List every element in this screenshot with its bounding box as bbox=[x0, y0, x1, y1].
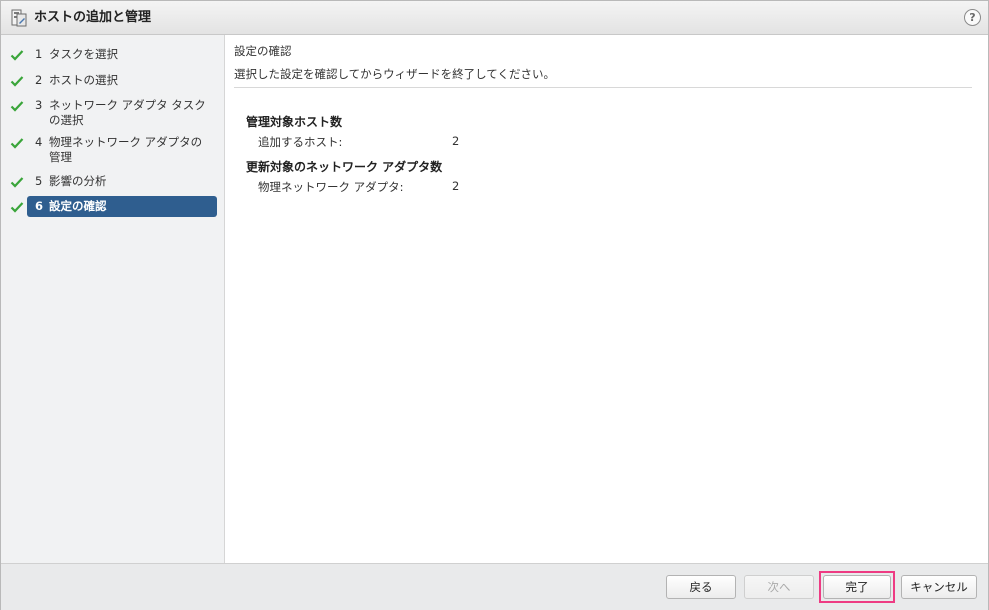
summary-group-title: 更新対象のネットワーク アダプタ数 bbox=[246, 160, 443, 174]
wizard-content: 設定の確認 選択した設定を確認してからウィザードを終了してください。 管理対象ホ… bbox=[225, 35, 988, 563]
page-description: 選択した設定を確認してからウィザードを終了してください。 bbox=[234, 67, 555, 81]
wizard-footer: 戻る 次へ 完了 キャンセル bbox=[1, 563, 988, 610]
finish-button[interactable]: 完了 bbox=[823, 575, 891, 599]
summary-row-value: 2 bbox=[452, 134, 460, 148]
page-title: 設定の確認 bbox=[234, 44, 292, 58]
check-icon bbox=[10, 47, 24, 61]
check-icon bbox=[10, 135, 24, 149]
back-button[interactable]: 戻る bbox=[666, 575, 736, 599]
help-icon[interactable]: ? bbox=[964, 9, 981, 26]
next-button[interactable]: 次へ bbox=[744, 575, 814, 599]
summary-row-value: 2 bbox=[452, 179, 460, 193]
wizard-steps-nav: 1 タスクを選択 2 ホストの選択 3 ネットワーク アダプタ タスク の選択 4 物理ネ… bbox=[1, 35, 225, 563]
wizard-step-label: 2 ホストの選択 bbox=[35, 73, 118, 87]
summary-group-title: 管理対象ホスト数 bbox=[246, 115, 343, 129]
check-icon bbox=[10, 73, 24, 87]
wizard-step-label: 5 影響の分析 bbox=[35, 174, 107, 188]
dialog-title: ホストの追加と管理 bbox=[34, 10, 152, 25]
check-icon bbox=[10, 199, 24, 213]
wizard-step-label: 6 設定の確認 bbox=[27, 196, 217, 217]
wizard-step-label: 3 ネットワーク アダプタ タスク の選択 bbox=[35, 98, 206, 127]
add-manage-hosts-dialog: ホストの追加と管理 ? 1 タスクを選択 2 ホストの選択 3 ネットワーク アダプタ… bbox=[0, 0, 989, 610]
wizard-step-label: 4 物理ネットワーク アダプタの 管理 bbox=[35, 135, 203, 164]
summary-row-label: 追加するホスト: bbox=[258, 135, 343, 149]
check-icon bbox=[10, 98, 24, 112]
check-icon bbox=[10, 174, 24, 188]
divider bbox=[234, 87, 972, 88]
summary-row-label: 物理ネットワーク アダプタ: bbox=[258, 180, 404, 194]
title-bar[interactable]: ホストの追加と管理 ? bbox=[1, 1, 988, 35]
wizard-step-label: 1 タスクを選択 bbox=[35, 47, 118, 61]
cancel-button[interactable]: キャンセル bbox=[901, 575, 977, 599]
host-wizard-icon bbox=[11, 9, 27, 27]
